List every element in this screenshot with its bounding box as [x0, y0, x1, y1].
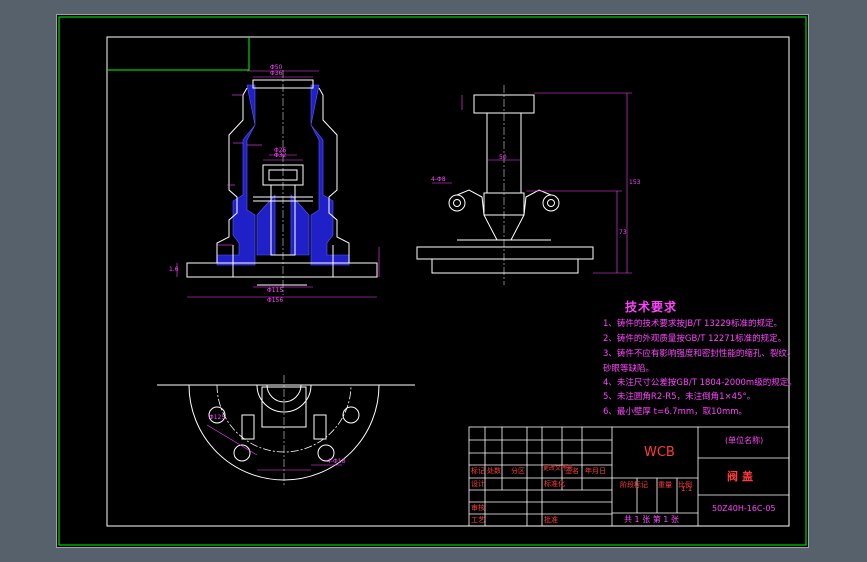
- dimension-label: 1.6: [169, 266, 179, 273]
- part-name: 阀盖: [727, 470, 757, 483]
- zone-header: 分区: [511, 467, 525, 475]
- top-view: [157, 375, 415, 485]
- stage-mark-header: 阶段标记: [620, 481, 648, 489]
- scale-header: 比例: [678, 481, 692, 489]
- tech-requirement-line: 6、最小壁厚 t=6.7mm，取10mm。: [603, 407, 748, 417]
- dimension-label: Φ115: [267, 287, 284, 294]
- standardization-header: 标准化: [544, 480, 565, 488]
- dimension-label: Φ125: [209, 414, 226, 421]
- side-view: [416, 85, 632, 285]
- dimension-label: Φ36: [270, 70, 283, 77]
- dimension-label: Φ156: [267, 297, 284, 304]
- unit-name: (单位名称): [725, 436, 764, 445]
- dimension-label: 50: [499, 154, 507, 161]
- tech-requirement-line: 砂眼等缺陷。: [603, 364, 655, 374]
- signature-header: 签名: [565, 467, 579, 475]
- tech-requirement-line: 1、铸件的技术要求按JB/T 13229标准的规定。: [603, 319, 783, 329]
- dimension-label: Φ26: [274, 147, 287, 154]
- date-header: 年月日: [585, 467, 606, 475]
- tech-requirement-line: 4、未注尺寸公差按GB/T 1804-2000m级的规定。: [603, 378, 797, 388]
- dimension-label: 4-Φ18: [327, 458, 346, 465]
- inner-frame: [106, 36, 790, 527]
- cad-drawing-canvas: [58, 16, 807, 546]
- corner-code-box: [107, 37, 250, 71]
- tech-requirement-line: 3、铸件不应有影响强度和密封性能的缩孔、裂纹、: [603, 349, 796, 359]
- weight-header: 重量: [658, 481, 672, 489]
- dimension-label: Φ50: [270, 64, 283, 71]
- tech-requirements-title: 技术要求: [625, 300, 678, 314]
- sheet-info: 共 1 张 第 1 张: [624, 515, 679, 524]
- approve-header: 批准: [544, 516, 558, 524]
- drawing-sheet: 技术要求 1、铸件的技术要求按JB/T 13229标准的规定。 2、铸件的外观质…: [56, 14, 809, 548]
- tech-requirement-line: 2、铸件的外观质量按GB/T 12271标准的规定。: [603, 334, 787, 344]
- dimension-label: 153: [629, 179, 641, 186]
- outer-frame: [58, 16, 807, 546]
- drawing-code: 50Z40H-16C-05: [712, 504, 776, 513]
- dimension-label: 4-Φ8: [431, 176, 446, 183]
- design-header: 设计: [471, 480, 485, 488]
- tech-requirement-line: 5、未注圆角R2-R5，未注倒角1×45°。: [603, 392, 756, 402]
- material-label: WCB: [644, 445, 675, 460]
- review-header: 审核: [471, 504, 485, 512]
- mark-header: 标记: [471, 467, 485, 475]
- front-section-view: [176, 70, 380, 298]
- dimension-label: 73: [619, 229, 627, 236]
- process-header: 工艺: [471, 516, 485, 524]
- count-header: 处数: [487, 467, 501, 475]
